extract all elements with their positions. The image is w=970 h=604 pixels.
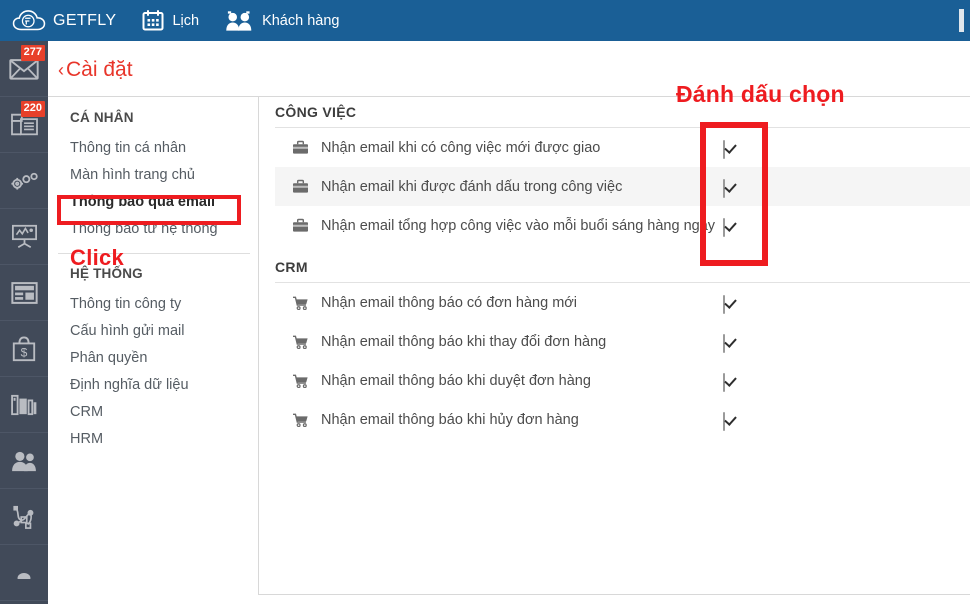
back-chevron-icon[interactable]: ‹ bbox=[58, 60, 64, 80]
shopping-bag-dollar-icon: $ bbox=[11, 335, 37, 362]
rail-item-settings[interactable] bbox=[0, 153, 48, 209]
menu-item-cau-hinh-gui-mail[interactable]: Cấu hình gửi mail bbox=[58, 318, 250, 345]
settings-content: CÔNG VIỆC Nhận email khi có công việc mớ… bbox=[275, 104, 970, 439]
checkbox-nhan-email-danh-dau[interactable] bbox=[723, 178, 737, 198]
svg-text:$: $ bbox=[21, 345, 28, 359]
shopping-cart-icon bbox=[291, 411, 309, 429]
setting-row-label: Nhận email thông báo có đơn hàng mới bbox=[321, 294, 578, 311]
briefcase-icon bbox=[291, 217, 309, 235]
shopping-cart-icon bbox=[291, 333, 309, 351]
brand-name: GETFLY bbox=[53, 11, 117, 29]
books-icon bbox=[10, 394, 38, 416]
newspaper-icon bbox=[10, 281, 38, 305]
rail-item-notes[interactable]: 220 bbox=[0, 97, 48, 153]
setting-row-label: Nhận email thông báo khi thay đổi đơn hà… bbox=[321, 333, 607, 350]
setting-row-label: Nhận email khi được đánh dấu trong công … bbox=[321, 178, 623, 195]
section-crm: CRM Nhận email thông báo có đơn hàng mới bbox=[275, 259, 970, 439]
nav-item-khach-hang[interactable]: Khách hàng bbox=[225, 10, 339, 31]
briefcase-icon bbox=[291, 178, 309, 196]
setting-row: Nhận email khi được đánh dấu trong công … bbox=[275, 167, 970, 206]
calendar-icon bbox=[142, 10, 164, 31]
rail-item-messages[interactable]: 277 bbox=[0, 41, 48, 97]
setting-row: Nhận email khi có công việc mới được gia… bbox=[275, 128, 970, 167]
setting-row: Nhận email thông báo khi thay đổi đơn hà… bbox=[275, 322, 970, 361]
cloud-logo-icon bbox=[12, 9, 46, 33]
rail-item-reports[interactable] bbox=[0, 209, 48, 265]
network-nodes-icon bbox=[11, 505, 37, 529]
nav-item-lich[interactable]: Lịch bbox=[142, 10, 199, 31]
menu-item-thong-bao-tu-he-thong[interactable]: Thông báo từ hệ thống bbox=[58, 216, 250, 243]
section-title: CÔNG VIỆC bbox=[275, 104, 357, 120]
rail-item-workflow[interactable] bbox=[0, 489, 48, 545]
checkbox-nhan-email-tong-hop[interactable] bbox=[723, 217, 737, 237]
setting-row-label: Nhận email thông báo khi hủy đơn hàng bbox=[321, 411, 579, 428]
rail-item-sales[interactable]: $ bbox=[0, 321, 48, 377]
nav-item-label: Khách hàng bbox=[262, 12, 340, 29]
brand[interactable]: GETFLY bbox=[12, 9, 116, 33]
setting-row-label: Nhận email tổng hợp công việc vào mỗi bu… bbox=[321, 217, 716, 234]
partial-icon bbox=[12, 566, 36, 579]
rail-item-more[interactable] bbox=[0, 545, 48, 601]
left-icon-rail: 277 220 $ bbox=[0, 41, 48, 604]
badge-count: 277 bbox=[20, 45, 45, 61]
menu-item-hrm[interactable]: HRM bbox=[58, 426, 250, 453]
setting-row: Nhận email thông báo khi hủy đơn hàng bbox=[275, 400, 970, 439]
menu-group-personal-title: CÁ NHÂN bbox=[70, 110, 134, 125]
app-root: GETFLY Lịch Khách hàng 277 220 $ ‹Cài đặ… bbox=[0, 0, 970, 604]
annotation-click-label: Click bbox=[70, 245, 125, 270]
menu-item-thong-tin-cong-ty[interactable]: Thông tin công ty bbox=[58, 291, 250, 318]
page-title: ‹Cài đặt bbox=[58, 58, 133, 82]
rail-item-library[interactable] bbox=[0, 377, 48, 433]
menu-item-thong-tin-ca-nhan[interactable]: Thông tin cá nhân bbox=[58, 135, 250, 162]
menu-item-phan-quyen[interactable]: Phân quyền bbox=[58, 345, 250, 372]
setting-row-label: Nhận email thông báo khi duyệt đơn hàng bbox=[321, 372, 591, 389]
checkbox-duyet-don-hang[interactable] bbox=[723, 372, 737, 392]
checkbox-don-hang-moi[interactable] bbox=[723, 294, 737, 314]
panel-vertical-divider bbox=[258, 96, 259, 594]
badge-count: 220 bbox=[20, 101, 45, 117]
page-title-text: Cài đặt bbox=[66, 58, 133, 81]
setting-row: Nhận email thông báo có đơn hàng mới bbox=[275, 283, 970, 322]
briefcase-icon bbox=[291, 139, 309, 157]
gears-icon bbox=[9, 171, 40, 191]
rail-item-users[interactable] bbox=[0, 433, 48, 489]
section-title: CRM bbox=[275, 259, 308, 275]
checkbox-thay-doi-don-hang[interactable] bbox=[723, 333, 737, 353]
menu-item-man-hinh-trang-chu[interactable]: Màn hình trang chủ bbox=[58, 162, 250, 189]
chart-board-icon bbox=[10, 224, 39, 249]
checkbox-nhan-email-cong-viec-moi[interactable] bbox=[723, 139, 737, 159]
menu-item-thong-bao-qua-email[interactable]: Thông báo qua email bbox=[58, 189, 250, 216]
people-icon bbox=[225, 10, 254, 31]
settings-menu: CÁ NHÂN Thông tin cá nhân Màn hình trang… bbox=[58, 104, 250, 453]
nav-item-label: Lịch bbox=[172, 12, 200, 29]
header-right-indicator bbox=[959, 9, 964, 32]
panel-bottom-divider bbox=[258, 594, 970, 595]
section-cong-viec: CÔNG VIỆC Nhận email khi có công việc mớ… bbox=[275, 104, 970, 245]
users-icon bbox=[10, 450, 38, 472]
checkbox-huy-don-hang[interactable] bbox=[723, 411, 737, 431]
setting-row: Nhận email tổng hợp công việc vào mỗi bu… bbox=[275, 206, 970, 245]
menu-item-dinh-nghia-du-lieu[interactable]: Định nghĩa dữ liệu bbox=[58, 372, 250, 399]
setting-row-label: Nhận email khi có công việc mới được gia… bbox=[321, 139, 601, 156]
rail-item-news[interactable] bbox=[0, 265, 48, 321]
menu-item-crm[interactable]: CRM bbox=[58, 399, 250, 426]
top-header-bar: GETFLY Lịch Khách hàng bbox=[0, 0, 970, 41]
setting-row: Nhận email thông báo khi duyệt đơn hàng bbox=[275, 361, 970, 400]
shopping-cart-icon bbox=[291, 294, 309, 312]
annotation-check-label: Đánh dấu chọn bbox=[676, 81, 845, 107]
shopping-cart-icon bbox=[291, 372, 309, 390]
